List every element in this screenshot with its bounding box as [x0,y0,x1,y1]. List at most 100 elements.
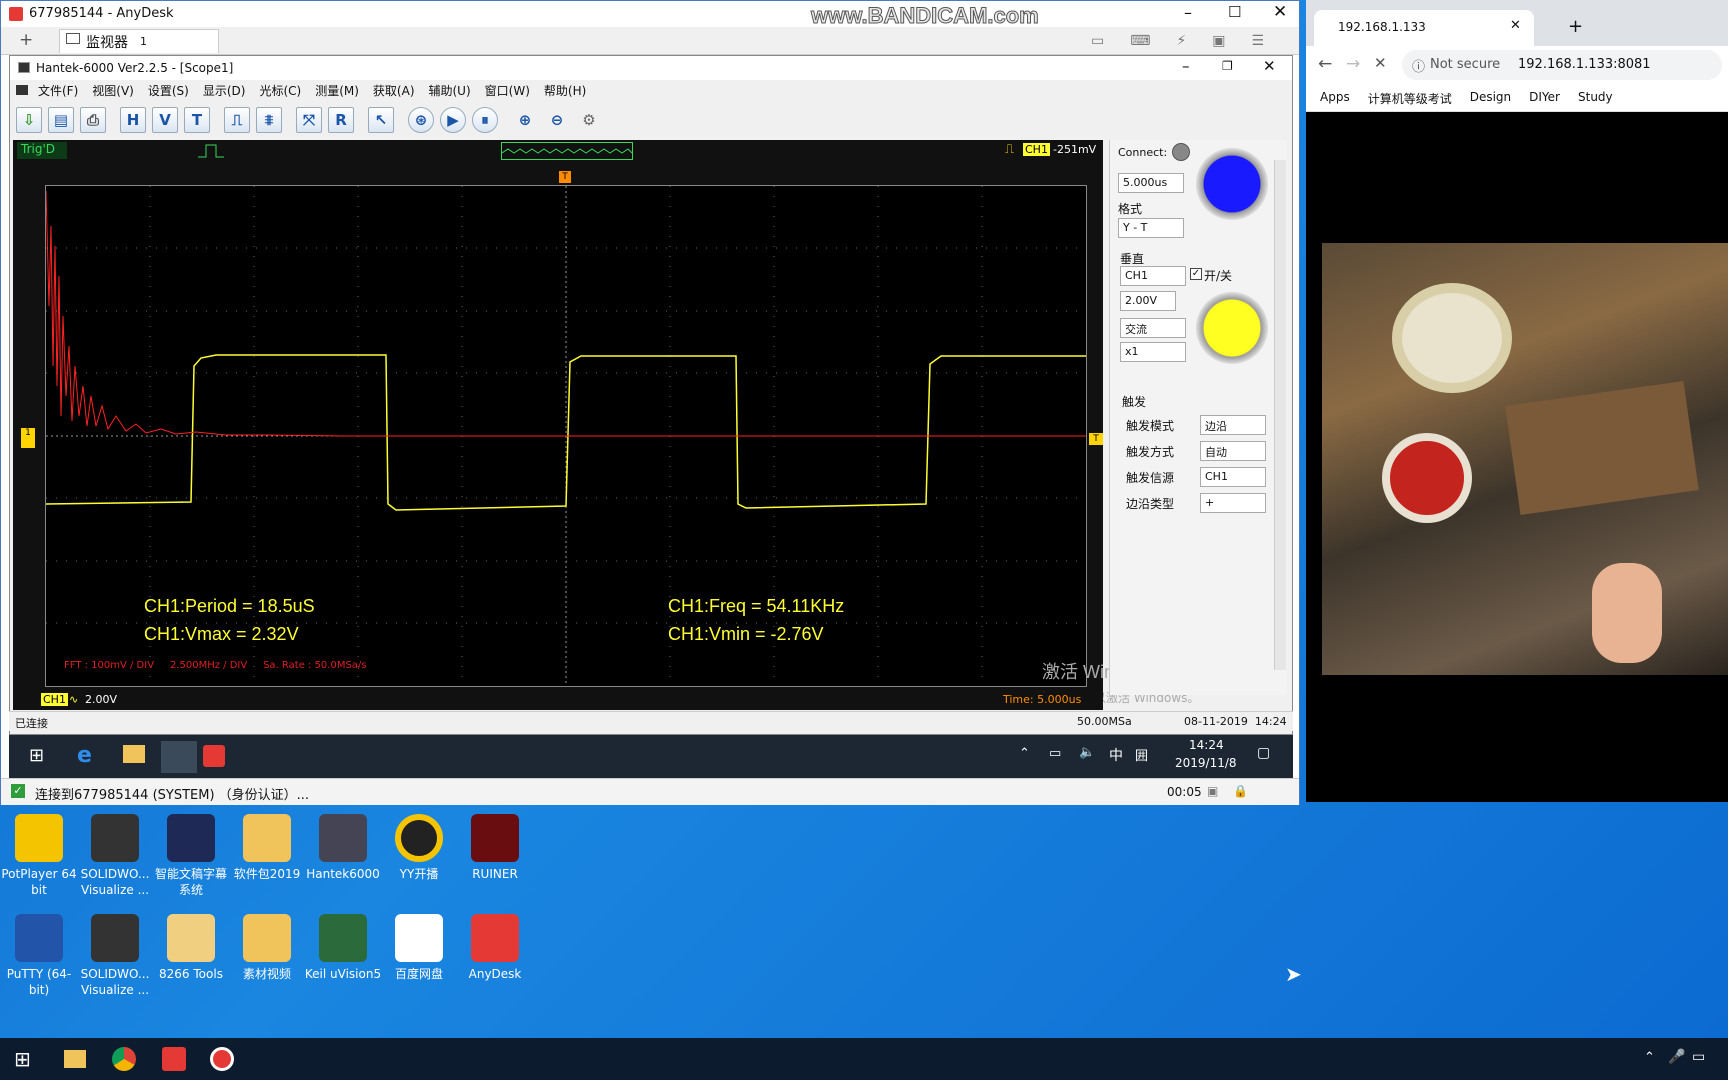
measure-icon[interactable]: ⩨ [256,107,282,133]
panel-scrollbar[interactable] [1274,160,1286,670]
back-icon[interactable]: ← [1318,54,1332,74]
menu-utility[interactable]: 辅助(U) [429,82,471,99]
desktop-icon-subtitle[interactable]: 智能文稿字幕系统 [152,814,230,898]
file-explorer-icon[interactable] [64,1050,86,1068]
menu-file[interactable]: 文件(F) [38,82,78,99]
browser-tab[interactable]: 192.168.1.133 ✕ [1314,10,1534,46]
forward-icon[interactable]: → [1346,54,1360,74]
desktop-icon-hantek[interactable]: Hantek6000 [304,814,382,882]
desktop-icon-anydesk[interactable]: AnyDesk [456,914,534,982]
ch1-offset-marker[interactable]: 1 [21,428,35,448]
trigger-level-marker[interactable]: T [1089,433,1103,445]
zoom-out-icon[interactable]: ⊖ [544,107,570,133]
desktop-icon-solidworks-2[interactable]: SOLIDWO... Visualize ... [76,914,154,998]
edge-type-select[interactable]: + [1200,493,1266,513]
volts-input[interactable]: 2.00V [1120,291,1176,311]
tab-monitor[interactable]: 监视器 1 [59,29,219,53]
save-icon[interactable]: ▤ [48,107,74,133]
camera-stream[interactable] [1322,243,1728,675]
menu-measure[interactable]: 测量(M) [315,82,359,99]
run-icon[interactable]: ▶ [440,107,466,133]
channel-select[interactable]: CH1 [1120,266,1186,286]
desktop-icon-solidworks-1[interactable]: SOLIDWO... Visualize ... [76,814,154,898]
desktop-icon-putty[interactable]: PuTTY (64-bit) [0,914,78,998]
trig-source-select[interactable]: CH1 [1200,467,1266,487]
trigger-button[interactable]: T [184,107,210,133]
desktop-icon-baidu-pan[interactable]: 百度网盘 [380,914,458,982]
start-icon[interactable]: ⊞ [14,1047,31,1071]
print-icon[interactable]: ⎙ [80,107,106,133]
desktop-icon-8266-tools[interactable]: 8266 Tools [152,914,230,982]
explorer-icon[interactable] [123,745,145,763]
info-icon[interactable]: ⓘ [1412,56,1425,75]
desktop-icon-software-pack[interactable]: 软件包2019 [228,814,306,882]
close-button[interactable]: ✕ [1273,2,1287,22]
menu-display[interactable]: 显示(D) [203,82,246,99]
auto-icon[interactable]: ⊛ [408,107,434,133]
settings-icon[interactable]: ⚙ [576,107,602,133]
menu-view[interactable]: 视图(V) [92,82,134,99]
menu-settings[interactable]: 设置(S) [148,82,189,99]
bookmark-diyer[interactable]: DIYer [1529,90,1560,107]
desktop-icon-keil[interactable]: Keil uVision5 [304,914,382,982]
edge-browser-icon[interactable]: e [77,743,92,768]
scope-screen[interactable]: CH1:Period = 18.5uS CH1:Vmax = 2.32V CH1… [45,185,1156,687]
bookmark-design[interactable]: Design [1470,90,1511,107]
host-tray-chevron-icon[interactable]: ⌃ [1644,1050,1655,1065]
ime-indicator[interactable]: 中 [1109,745,1123,765]
minimize-button[interactable]: – [1184,3,1192,22]
pulse-icon[interactable]: ⎍ [224,107,250,133]
desktop-icon-ruiner[interactable]: RUINER [456,814,534,882]
hantek-close-button[interactable]: ✕ [1263,57,1276,75]
reset-button[interactable]: R [328,107,354,133]
menu-cursor[interactable]: 光标(C) [259,82,301,99]
trig-sweep-select[interactable]: 自动 [1200,441,1266,461]
waveform-overview[interactable] [501,142,633,160]
volume-icon[interactable]: 🔈 [1079,745,1095,760]
trigger-position-marker[interactable]: T [559,171,571,183]
volts-knob[interactable] [1196,292,1268,364]
lock-icon[interactable]: 🔒 [1233,784,1248,798]
probe-select[interactable]: x1 [1120,342,1186,362]
tab-close-icon[interactable]: ✕ [1510,18,1521,33]
keyboard-icon[interactable]: ⌨ [1130,33,1150,49]
network-icon[interactable]: ▭ [1049,746,1061,761]
hantek-minimize-button[interactable]: – [1182,57,1190,75]
desktop-icon-yy[interactable]: YY开播 [380,814,458,882]
timebase-knob[interactable] [1196,148,1268,220]
anydesk-task-icon[interactable] [203,745,225,767]
hantek-task-icon[interactable] [161,741,197,773]
bookmark-study[interactable]: Study [1578,90,1613,107]
format-select[interactable]: Y - T [1118,218,1184,238]
tray-chevron-icon[interactable]: ⌃ [1019,746,1030,761]
zoom-in-icon[interactable]: ⊕ [512,107,538,133]
action-icon[interactable]: ⚡ [1176,33,1186,49]
vertical-button[interactable]: V [152,107,178,133]
menu-help[interactable]: 帮助(H) [544,82,586,99]
timebase-select[interactable]: 5.000us [1118,173,1184,193]
screen-icon[interactable]: ▣ [1207,784,1218,798]
menu-icon[interactable]: ☰ [1252,33,1265,49]
open-icon[interactable]: ⇩ [16,107,42,133]
menu-acquire[interactable]: 获取(A) [373,82,415,99]
cursor-icon[interactable]: ↖ [368,107,394,133]
anydesk-taskbar-icon[interactable] [162,1047,186,1071]
horizontal-button[interactable]: H [120,107,146,133]
bandicam-icon[interactable] [210,1047,234,1071]
pause-icon[interactable]: ⏸ [472,107,498,133]
coupling-select[interactable]: 交流 [1120,318,1186,338]
bookmark-apps[interactable]: Apps [1320,90,1350,107]
onoff-checkbox[interactable]: ✓ [1190,268,1202,280]
stop-icon[interactable]: ✕ [1374,54,1387,72]
host-network-icon[interactable]: ▭ [1692,1049,1705,1065]
autoset-icon[interactable]: ⤧ [296,107,322,133]
address-bar[interactable]: ⓘ Not secure 192.168.1.133:8081 [1402,50,1722,80]
remote-start-icon[interactable]: ⊞ [29,745,44,766]
bookmark-exam[interactable]: 计算机等级考试 [1368,90,1452,107]
desktop-icon-material-video[interactable]: 素材视频 [228,914,306,982]
display-icon[interactable]: ▣ [1212,33,1225,49]
hantek-restore-button[interactable]: ❐ [1222,59,1233,73]
browser-new-tab-button[interactable]: + [1568,16,1583,37]
microphone-icon[interactable]: 🎤 [1668,1049,1685,1065]
chat-icon[interactable]: ▭ [1091,33,1104,49]
